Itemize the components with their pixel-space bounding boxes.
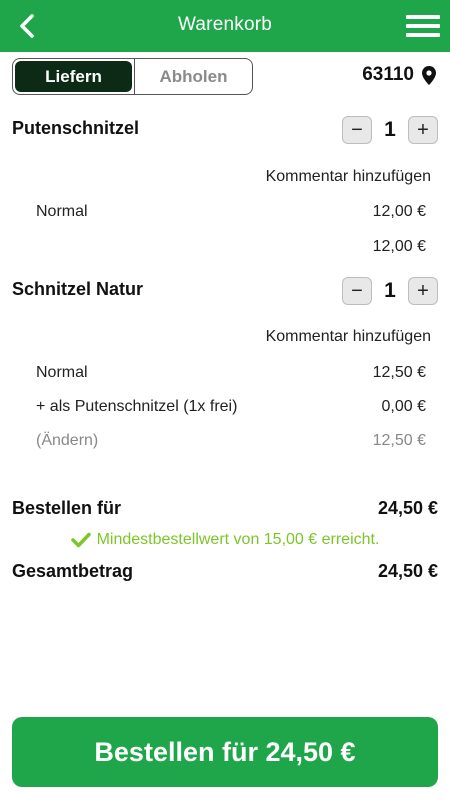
- line-price: 12,50 €: [372, 364, 426, 381]
- total-value: 24,50 €: [377, 561, 438, 581]
- change-option-link[interactable]: (Ändern): [36, 432, 98, 450]
- line-label: + als Putenschnitzel (1x frei): [36, 398, 238, 415]
- line-price: 12,50 €: [372, 432, 426, 449]
- order-for-row: Bestellen für 24,50 €: [12, 498, 438, 519]
- pickup-option[interactable]: Abholen: [134, 59, 252, 94]
- min-order-notice-text: Mindestbestellwert von 15,00 € erreicht.: [96, 531, 380, 548]
- total-row: Gesamtbetrag 24,50 €: [12, 561, 438, 582]
- line-price: 0,00 €: [381, 398, 426, 415]
- place-order-button[interactable]: Bestellen für 24,50 €: [12, 717, 438, 787]
- zip-code: 63110: [362, 64, 414, 85]
- hamburger-menu-icon: [406, 15, 440, 19]
- quantity-value: 1: [384, 279, 396, 302]
- order-for-label: Bestellen für: [12, 498, 122, 518]
- menu-button[interactable]: [406, 13, 440, 39]
- line-label: Normal: [36, 203, 88, 220]
- quantity-stepper: − 1 +: [342, 115, 438, 145]
- map-pin-icon: [422, 65, 436, 85]
- increase-quantity-button[interactable]: +: [408, 277, 438, 305]
- hamburger-menu-icon-bar: [406, 24, 440, 28]
- cart-item-subtotal: 12,00 €: [36, 238, 426, 256]
- cart-item-name: Putenschnitzel: [12, 118, 140, 138]
- hamburger-menu-icon-bar: [406, 33, 440, 37]
- cart-item-change-line: (Ändern) 12,50 €: [36, 432, 426, 450]
- quantity-stepper: − 1 +: [342, 276, 438, 306]
- line-price: 12,00 €: [372, 238, 426, 255]
- line-label: Normal: [36, 364, 88, 381]
- decrease-quantity-button[interactable]: −: [342, 116, 372, 144]
- checkmark-icon: [70, 532, 91, 548]
- quantity-value: 1: [384, 118, 396, 141]
- deliver-option[interactable]: Liefern: [15, 61, 132, 92]
- delivery-mode-toggle: Liefern Abholen: [12, 58, 253, 95]
- app-header: Warenkorb: [0, 0, 450, 52]
- delivery-location[interactable]: 63110: [362, 64, 436, 86]
- add-comment-link[interactable]: Kommentar hinzufügen: [266, 328, 431, 346]
- cart-item-line: Normal 12,50 €: [36, 364, 426, 382]
- add-comment-link[interactable]: Kommentar hinzufügen: [266, 168, 431, 186]
- order-for-value: 24,50 €: [377, 498, 438, 518]
- line-price: 12,00 €: [372, 203, 426, 220]
- total-label: Gesamtbetrag: [12, 561, 134, 581]
- increase-quantity-button[interactable]: +: [408, 116, 438, 144]
- min-order-notice: Mindestbestellwert von 15,00 € erreicht.: [0, 531, 450, 549]
- page-title: Warenkorb: [177, 14, 273, 35]
- cart-item-option-line: + als Putenschnitzel (1x frei) 0,00 €: [36, 398, 426, 416]
- decrease-quantity-button[interactable]: −: [342, 277, 372, 305]
- cart-item-line: Normal 12,00 €: [36, 203, 426, 221]
- cart-item-name: Schnitzel Natur: [12, 279, 144, 299]
